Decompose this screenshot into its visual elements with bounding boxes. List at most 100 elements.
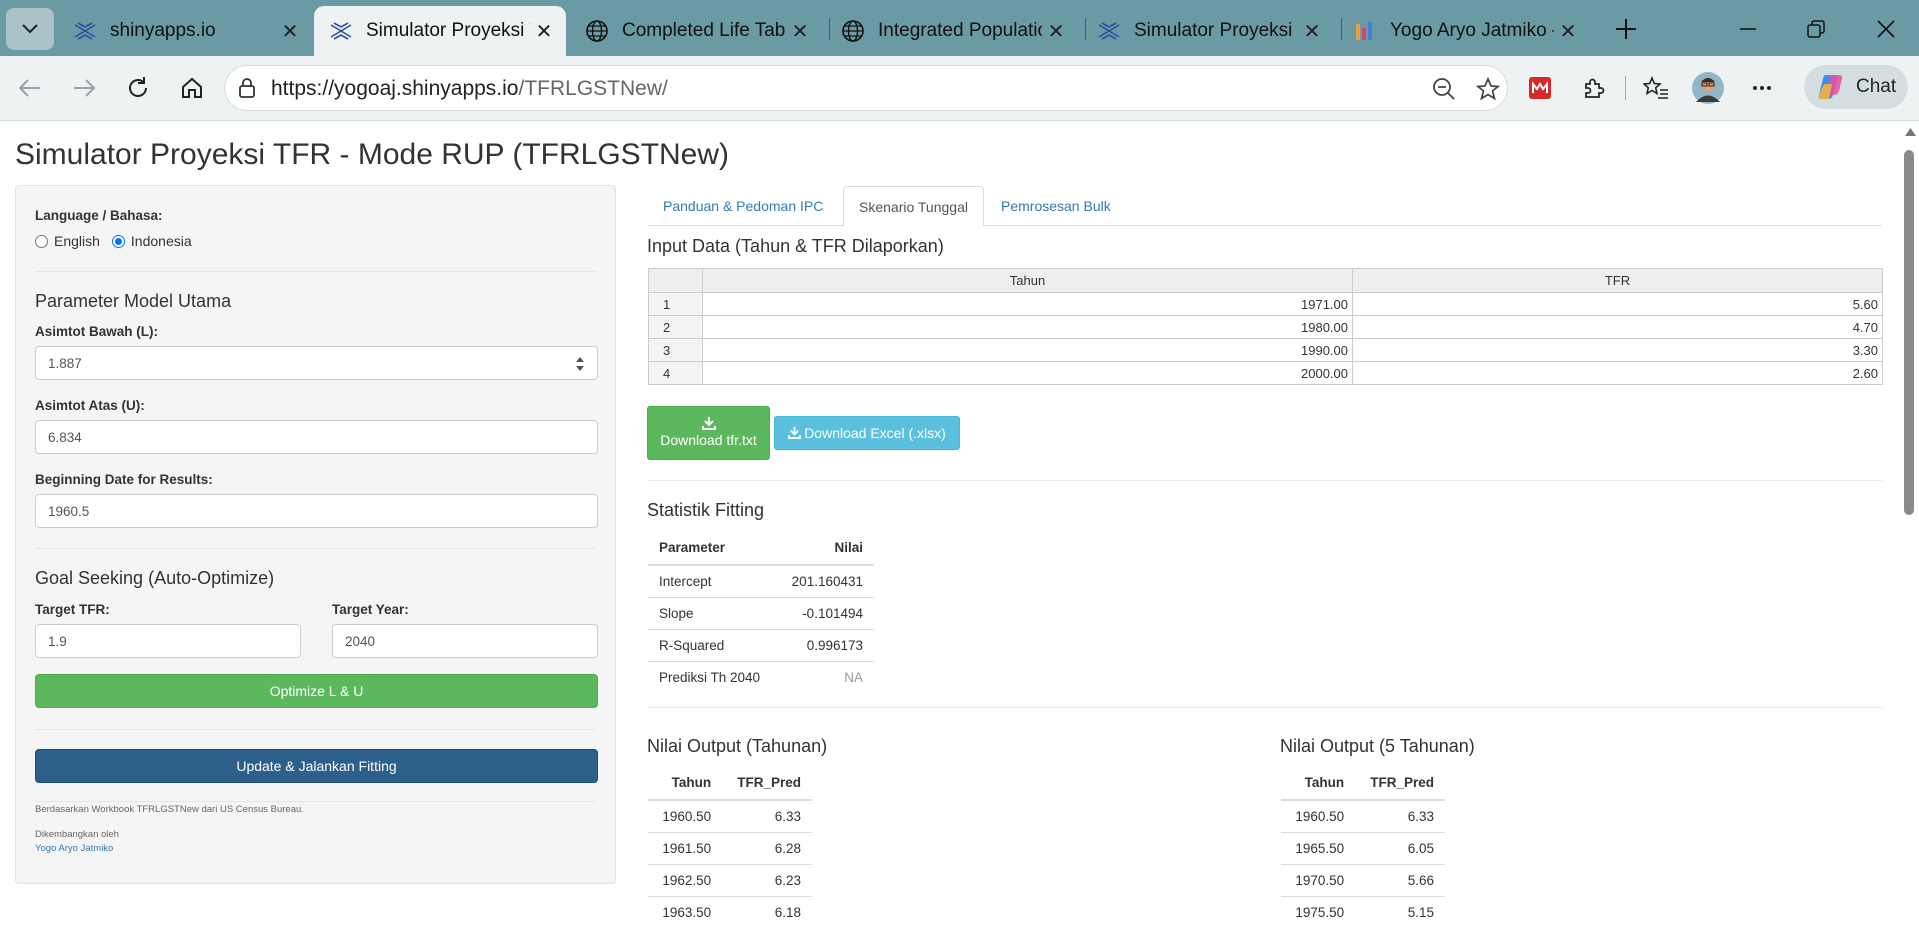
column-header: TFR_Pred — [722, 765, 812, 800]
close-icon[interactable]: ✕ — [276, 17, 304, 45]
browser-tab-simulator-tfr[interactable]: Simulator Proyeksi TFR ✕ — [314, 6, 566, 56]
table-row: 1970.505.66 — [1281, 865, 1445, 897]
extension-badge-icon — [1528, 76, 1552, 100]
download-xlsx-label: Download Excel (.xlsx) — [804, 425, 946, 441]
extensions-button[interactable] — [1574, 69, 1614, 107]
table-row: 1963.506.18 — [648, 897, 812, 928]
table-header-row: Parameter Nilai — [648, 530, 874, 565]
tab-label: Integrated Population — [878, 20, 1042, 42]
table-row: R-Squared0.996173 — [648, 630, 874, 662]
browser-tab-integrated-population[interactable]: Integrated Population ✕ — [826, 6, 1078, 56]
lower-asymptote-input[interactable]: 1.887 — [35, 346, 598, 380]
table-row: 1965.506.05 — [1281, 833, 1445, 865]
table-header-row: Tahun TFR — [649, 269, 1883, 293]
settings-more-button[interactable] — [1742, 69, 1782, 107]
table-cell[interactable]: 5.60 — [1353, 293, 1883, 316]
url-path: /TFRLGSTNew/ — [519, 77, 668, 100]
number-spinner-icon[interactable] — [575, 356, 585, 372]
upper-asymptote-input[interactable]: 6.834 — [35, 420, 598, 454]
table-cell: -0.101494 — [777, 598, 874, 630]
tab-label: Yogo Aryo Jatmiko — — [1390, 20, 1554, 42]
close-icon[interactable]: ✕ — [1554, 17, 1582, 45]
table-cell[interactable]: 4.70 — [1353, 316, 1883, 339]
table-cell[interactable]: 1980.00 — [703, 316, 1353, 339]
table-cell: 6.23 — [722, 865, 812, 897]
radio-indonesia[interactable] — [112, 235, 125, 248]
close-icon[interactable]: ✕ — [530, 17, 558, 45]
scrollbar-thumb[interactable] — [1904, 150, 1914, 515]
radio-indonesia-label[interactable]: Indonesia — [131, 233, 192, 249]
annual-output-table: Tahun TFR_Pred 1960.506.33 1961.506.28 1… — [648, 765, 812, 928]
table-cell[interactable]: 3.30 — [1353, 339, 1883, 362]
input-data-table[interactable]: Tahun TFR 1 1971.00 5.60 2 1980.00 4.70 … — [648, 268, 1883, 385]
close-icon — [1877, 20, 1895, 38]
table-cell: 6.18 — [722, 897, 812, 928]
radio-english[interactable] — [35, 235, 48, 248]
table-row: Prediksi Th 2040NA — [648, 662, 874, 694]
reload-icon — [126, 76, 150, 100]
forward-button[interactable] — [64, 69, 104, 107]
close-icon[interactable]: ✕ — [786, 17, 814, 45]
source-note: Berdasarkan Workbook TFRLGSTNew dari US … — [35, 804, 304, 815]
divider — [35, 801, 596, 802]
extension-button[interactable] — [1520, 69, 1560, 107]
close-icon[interactable]: ✕ — [1298, 17, 1326, 45]
home-button[interactable] — [172, 69, 212, 107]
developer-label: Dikembangkan oleh — [35, 829, 119, 840]
table-cell: 6.28 — [722, 833, 812, 865]
back-button[interactable] — [10, 69, 50, 107]
download-txt-button[interactable]: Download tfr.txt — [647, 406, 770, 460]
table-row: 3 1990.00 3.30 — [649, 339, 1883, 362]
plus-icon — [1615, 18, 1637, 40]
table-cell: 1963.50 — [648, 897, 722, 928]
download-txt-label: Download tfr.txt — [660, 432, 757, 448]
download-xlsx-button[interactable]: Download Excel (.xlsx) — [774, 416, 960, 450]
address-bar[interactable]: https://yogoaj.shinyapps.io/TFRLGSTNew/ — [224, 65, 1508, 111]
profile-button[interactable] — [1688, 69, 1728, 107]
optimize-button[interactable]: Optimize L & U — [35, 674, 598, 708]
tab-label: Completed Life Table — [622, 20, 786, 42]
annual-output-heading: Nilai Output (Tahunan) — [647, 736, 827, 757]
table-cell[interactable]: 2000.00 — [703, 362, 1353, 385]
favorites-button[interactable] — [1636, 69, 1676, 107]
minimize-button[interactable] — [1718, 8, 1778, 50]
chart-favicon-icon — [1352, 18, 1378, 44]
tab-pemrosesan-bulk[interactable]: Pemrosesan Bulk — [986, 186, 1126, 226]
developer-link[interactable]: Yogo Aryo Jatmiko — [35, 843, 113, 854]
restore-button[interactable] — [1786, 8, 1846, 50]
reload-button[interactable] — [118, 69, 158, 107]
close-icon[interactable]: ✕ — [1042, 17, 1070, 45]
table-row: Slope-0.101494 — [648, 598, 874, 630]
new-tab-button[interactable] — [1596, 8, 1656, 50]
browser-tab-simulator-e0[interactable]: Simulator Proyeksi e0 ✕ — [1082, 6, 1334, 56]
tab-panduan[interactable]: Panduan & Pedoman IPC — [648, 186, 838, 226]
table-cell[interactable]: 2.60 — [1353, 362, 1883, 385]
scroll-up-icon[interactable] — [1905, 128, 1916, 136]
copilot-chat-button[interactable]: Chat — [1804, 65, 1908, 109]
column-header: Tahun — [648, 765, 722, 800]
table-cell: Slope — [648, 598, 777, 630]
table-row: Intercept201.160431 — [648, 565, 874, 598]
close-window-button[interactable] — [1856, 8, 1916, 50]
radio-english-label[interactable]: English — [54, 233, 100, 249]
table-cell[interactable]: 1990.00 — [703, 339, 1353, 362]
browser-tab-life-table[interactable]: Completed Life Table ✕ — [570, 6, 822, 56]
browser-tab-shinyapps[interactable]: shinyapps.io ✕ — [58, 6, 312, 56]
table-row: 1975.505.15 — [1281, 897, 1445, 928]
target-year-input[interactable]: 2040 — [332, 624, 598, 658]
home-icon — [180, 76, 204, 100]
tab-skenario-tunggal[interactable]: Skenario Tunggal — [843, 186, 984, 227]
chat-label: Chat — [1856, 76, 1896, 98]
goal-seeking-heading: Goal Seeking (Auto-Optimize) — [35, 568, 274, 589]
beginning-date-input[interactable]: 1960.5 — [35, 494, 598, 528]
zoom-out-icon[interactable] — [1429, 76, 1459, 102]
run-fitting-button[interactable]: Update & Jalankan Fitting — [35, 749, 598, 783]
table-cell[interactable]: 1971.00 — [703, 293, 1353, 316]
favorite-star-icon[interactable] — [1473, 76, 1503, 102]
target-tfr-input[interactable]: 1.9 — [35, 624, 301, 658]
tab-actions-menu-button[interactable] — [6, 8, 54, 50]
language-radio-group: English Indonesia — [35, 233, 192, 249]
table-cell: Intercept — [648, 565, 777, 598]
table-cell: 6.33 — [1355, 800, 1445, 833]
browser-tab-yogo[interactable]: Yogo Aryo Jatmiko — ✕ — [1338, 6, 1590, 56]
